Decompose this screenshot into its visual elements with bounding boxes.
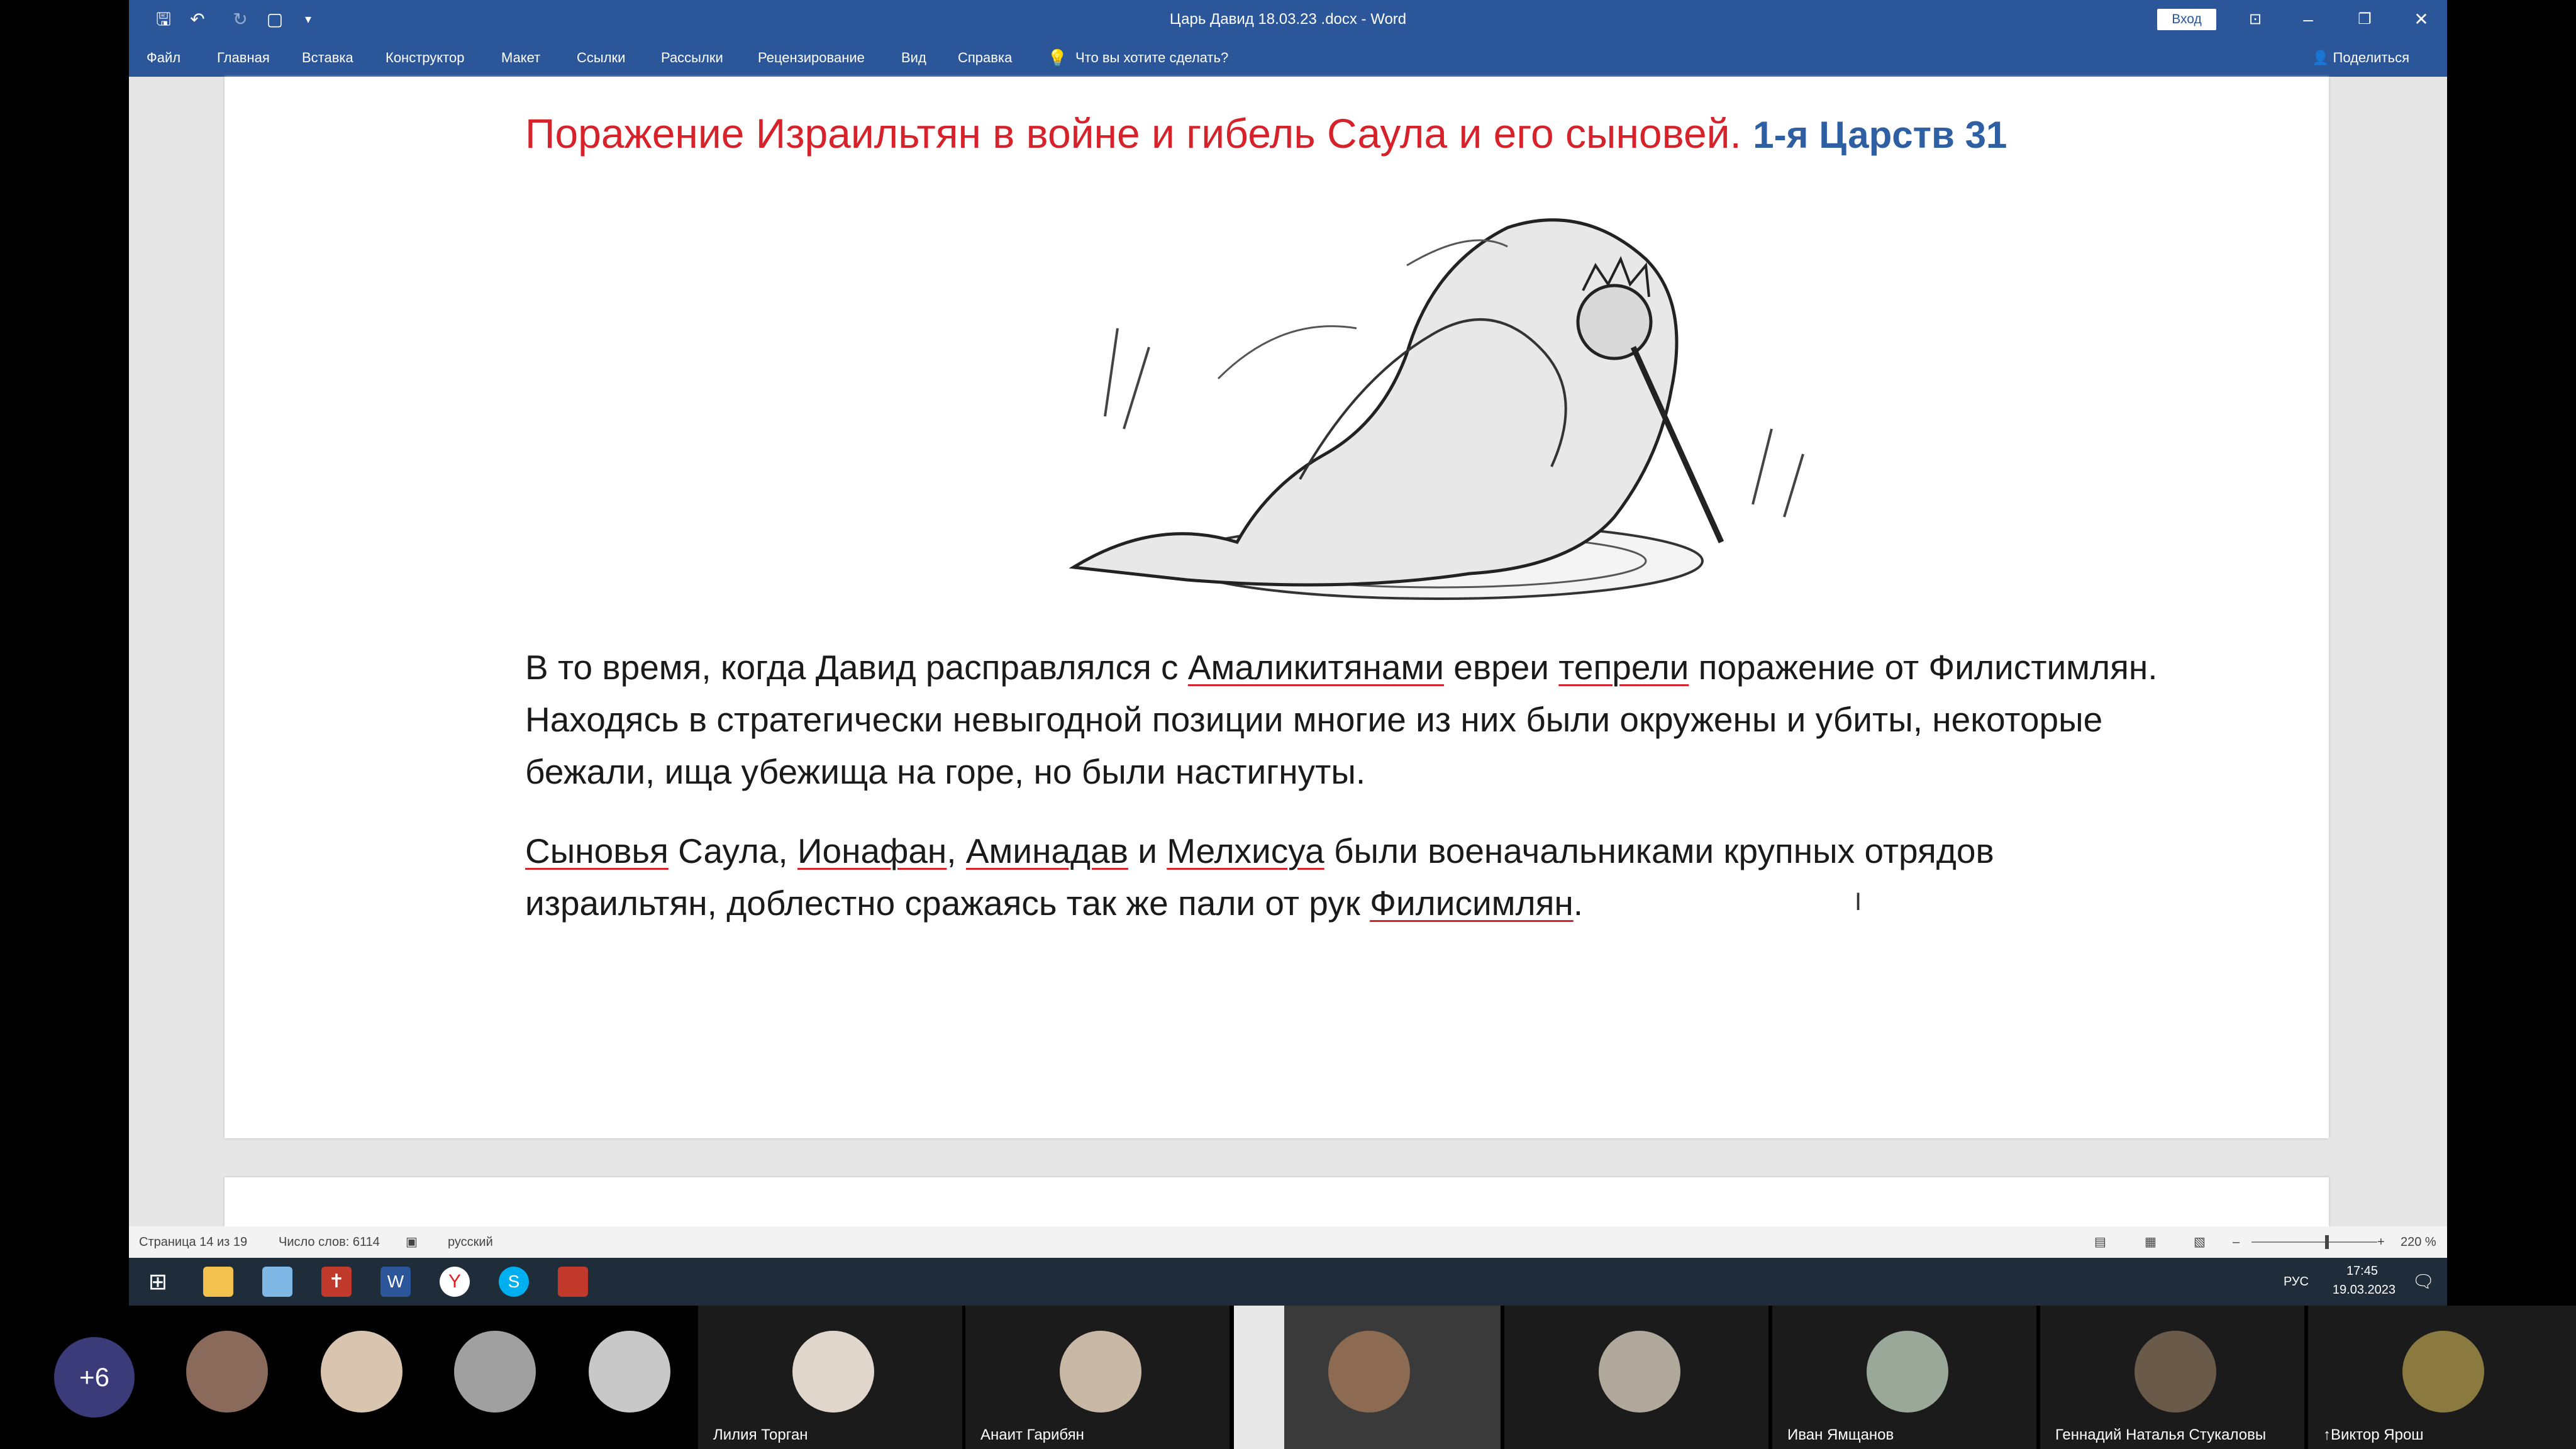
participants-strip: +6 Лилия Торган Анаит Гарибян Иван Ямщан… (0, 1306, 2576, 1449)
document-page[interactable]: Поражение Израильтян в войне и гибель Са… (225, 77, 2329, 1138)
web-layout-icon[interactable]: ▧ (2194, 1226, 2206, 1258)
tab-review[interactable]: Рецензирование (758, 39, 865, 77)
tell-me-search[interactable]: Что вы хотите сделать? (1075, 39, 1228, 77)
tab-file[interactable]: Файл (147, 39, 180, 77)
app-icon[interactable] (262, 1267, 292, 1297)
restore-icon[interactable]: ❐ (2336, 0, 2393, 39)
zoom-in-icon[interactable]: + (2377, 1226, 2385, 1258)
participant-avatar (792, 1331, 874, 1413)
spell-error-word[interactable]: Мелхисуа (1167, 831, 1324, 870)
language-indicator[interactable]: русский (448, 1226, 493, 1258)
heading-text: Поражение Израильтян в войне и гибель Са… (525, 110, 1741, 157)
participant-tile[interactable]: Лилия Торган (698, 1306, 962, 1449)
spell-error-word[interactable]: Аминадав (966, 831, 1128, 870)
tab-references[interactable]: Ссылки (577, 39, 625, 77)
participant-avatar (2135, 1331, 2216, 1413)
participant-name: ↑Виктор Ярош (2323, 1426, 2424, 1443)
proofing-icon[interactable]: ▣ (406, 1226, 418, 1258)
skype-icon[interactable]: S (499, 1267, 529, 1297)
paragraph-1: В то время, когда Давид расправлялся с А… (525, 641, 2160, 798)
tab-design[interactable]: Конструктор (386, 39, 464, 77)
text-run: и (1128, 831, 1167, 870)
word-window: 🖫 ↶ ↻ ▢ ▾ Царь Давид 18.03.23 .docx - Wo… (129, 0, 2447, 1258)
text-run: , (947, 831, 966, 870)
zoom-out-icon[interactable]: – (2233, 1226, 2240, 1258)
zoom-slider-thumb[interactable] (2325, 1235, 2329, 1249)
bible-app-icon[interactable]: ✝ (321, 1267, 352, 1297)
clock-time[interactable]: 17:45 (2346, 1264, 2378, 1279)
spell-error-word[interactable]: Сыновья (525, 831, 669, 870)
participant-name: Геннадий Наталья Стукаловы (2055, 1426, 2267, 1443)
login-button[interactable]: Вход (2157, 9, 2216, 30)
participant-avatar[interactable] (589, 1331, 670, 1413)
ribbon-display-icon[interactable]: ⊡ (2227, 0, 2284, 39)
tab-layout[interactable]: Макет (501, 39, 540, 77)
participant-video[interactable] (1234, 1306, 1501, 1449)
share-label: Поделиться (2333, 50, 2409, 65)
video-background (1234, 1306, 1284, 1449)
spell-error-word[interactable]: тепрели (1558, 648, 1689, 687)
saul-illustration (1069, 218, 1804, 600)
windows-taskbar: ⊞ ✝ W Y S РУС 17:45 19.03.2023 🗨 (129, 1258, 2447, 1306)
spell-error-word[interactable]: Амаликитянами (1188, 648, 1444, 687)
participant-avatar (1867, 1331, 1948, 1413)
text-run: евреи (1444, 648, 1559, 687)
keyboard-language[interactable]: РУС (2284, 1258, 2309, 1306)
next-page[interactable] (225, 1177, 2329, 1228)
tab-view[interactable]: Вид (901, 39, 926, 77)
participant-avatar (2402, 1331, 2484, 1413)
notifications-icon[interactable]: 🗨 (2412, 1258, 2434, 1306)
text-run: В то время, когда Давид расправлялся с (525, 648, 1188, 687)
lightbulb-icon: 💡 (1047, 48, 1068, 67)
word-app-icon[interactable]: W (380, 1267, 411, 1297)
yandex-browser-icon[interactable]: Y (440, 1267, 470, 1297)
page-count[interactable]: Страница 14 из 19 (139, 1226, 247, 1258)
clock-date[interactable]: 19.03.2023 (2333, 1283, 2396, 1297)
tab-help[interactable]: Справка (958, 39, 1012, 77)
share-button[interactable]: 👤 Поделиться (2312, 39, 2409, 77)
i-beam-cursor-icon: I (1855, 888, 1862, 916)
participant-avatar (1599, 1331, 1680, 1413)
participant-name: Иван Ямщанов (1787, 1426, 1894, 1443)
participant-tile[interactable]: ↑Виктор Ярош (2308, 1306, 2576, 1449)
file-explorer-icon[interactable] (203, 1267, 233, 1297)
read-mode-icon[interactable]: ▤ (2094, 1226, 2106, 1258)
heading-reference: 1-я Царств 31 (1753, 114, 2007, 156)
participant-avatar (1060, 1331, 1141, 1413)
participant-avatar[interactable] (186, 1331, 268, 1413)
tab-home[interactable]: Главная (217, 39, 270, 77)
text-run: Саула, (668, 831, 797, 870)
app-icon[interactable] (558, 1267, 588, 1297)
word-count[interactable]: Число слов: 6114 (279, 1226, 380, 1258)
zoom-level[interactable]: 220 % (2401, 1226, 2436, 1258)
ribbon-tabs: Файл Главная Вставка Конструктор Макет С… (129, 39, 2447, 77)
document-canvas[interactable]: Поражение Израильтян в войне и гибель Са… (129, 77, 2447, 1228)
document-heading: Поражение Израильтян в войне и гибель Са… (525, 109, 2007, 157)
spell-error-word[interactable]: Ионафан (797, 831, 947, 870)
participant-tile[interactable]: Анаит Гарибян (965, 1306, 1230, 1449)
windows-start-icon[interactable]: ⊞ (143, 1267, 173, 1297)
tab-mailings[interactable]: Рассылки (661, 39, 723, 77)
document-title: Царь Давид 18.03.23 .docx - Word (1169, 11, 1407, 28)
text-run: . (1573, 884, 1584, 923)
participant-avatar (1328, 1331, 1410, 1413)
zoom-slider[interactable] (2251, 1241, 2377, 1243)
spell-error-word[interactable]: Филисимлян (1370, 884, 1574, 923)
person-icon: 👤 (2312, 50, 2333, 65)
participant-tile[interactable]: Геннадий Наталья Стукаловы (2040, 1306, 2304, 1449)
tab-insert[interactable]: Вставка (302, 39, 353, 77)
participant-avatar[interactable] (321, 1331, 402, 1413)
more-participants-button[interactable]: +6 (54, 1337, 135, 1418)
participant-name: Лилия Торган (713, 1426, 808, 1443)
print-layout-icon[interactable]: ▦ (2145, 1226, 2157, 1258)
close-icon[interactable]: ✕ (2393, 0, 2450, 39)
status-bar: Страница 14 из 19 Число слов: 6114 ▣ рус… (129, 1226, 2447, 1258)
participant-tile[interactable] (1504, 1306, 1768, 1449)
minimize-icon[interactable]: – (2280, 0, 2336, 39)
participant-tile[interactable]: Иван Ямщанов (1772, 1306, 2036, 1449)
paragraph-2: Сыновья Саула, Ионафан, Аминадав и Мелхи… (525, 825, 2160, 930)
participant-avatar[interactable] (454, 1331, 536, 1413)
participant-name: Анаит Гарибян (980, 1426, 1084, 1443)
title-bar: 🖫 ↶ ↻ ▢ ▾ Царь Давид 18.03.23 .docx - Wo… (129, 0, 2447, 39)
